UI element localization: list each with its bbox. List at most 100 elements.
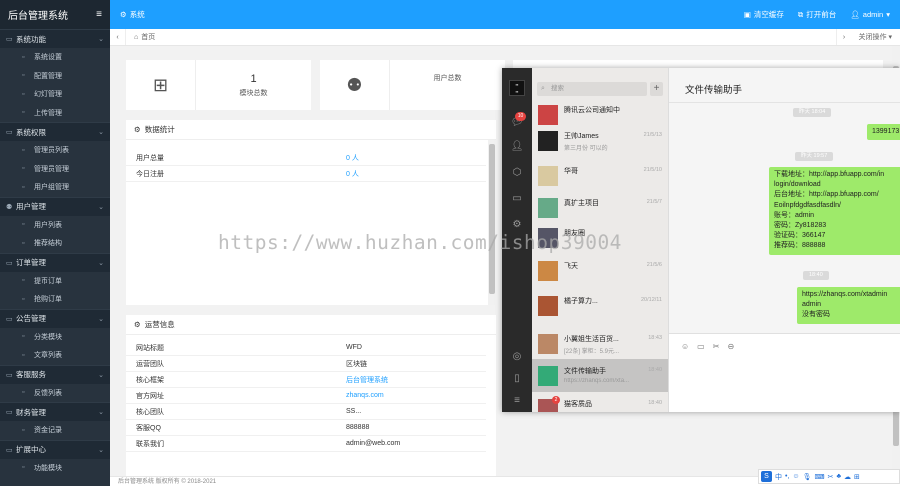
sidebar-group[interactable]: ▭ 客服服务 ⌄ [0,364,110,384]
sidebar-item[interactable]: ▫ 资金记录 [0,421,110,440]
tab-home[interactable]: ⌂ 首页 [126,32,163,42]
item-icon: ▫ [22,426,25,434]
chat-name: 小翼姐生活百货... [564,336,619,343]
scissors-icon[interactable]: ✂ [713,342,720,351]
message-bubble[interactable]: 1399173 [867,124,900,141]
phone-icon[interactable]: ▯ [510,372,524,386]
mic-icon[interactable]: 🎙︎ [803,473,812,481]
sidebar-item[interactable]: ▫ 分类模块 [0,327,110,346]
sidebar-item[interactable]: ▫ 管理员管理 [0,159,110,178]
item-icon: ▫ [22,333,25,341]
sidebar-item[interactable]: ▫ 提币订单 [0,271,110,290]
sidebar-group[interactable]: ▭ 财务管理 ⌄ [0,402,110,421]
sidebar-item[interactable]: ▫ 文章列表 [0,346,110,365]
avatar [538,105,558,125]
table-row: 网站标题 WFD [126,340,486,356]
tab-prev-button[interactable]: ‹ [110,29,126,45]
tab-strip: ‹ ⌂ 首页 › 关闭操作 ▾ [110,29,900,46]
close-ops-label: 关闭操作 [858,34,887,41]
topbar-crumb[interactable]: ⚙ 系统 [120,9,730,20]
message-bubble[interactable]: 下载地址：http://app.bfuapp.com/in login/down… [769,167,900,255]
row-value[interactable]: 0 人 [346,153,359,163]
row-key: 网站标题 [136,344,164,352]
folder-icon[interactable]: ▭ [697,342,705,351]
sidebar-item[interactable]: ▫ 管理员列表 [0,141,110,160]
contacts-icon[interactable]: 👤︎ [510,140,524,154]
open-frontend-label: 打开前台 [806,10,837,19]
skin-icon[interactable]: ♣ [836,473,841,480]
menu-toggle-icon[interactable]: ≡ [96,9,102,20]
sidebar-group[interactable]: ▭ 扩展中心 ⌄ [0,439,110,459]
sidebar-group[interactable]: ▭ 系统权限 ⌄ [0,122,110,141]
ime-toolbar: S 中 •, ☺ 🎙︎ ⌨ ✂ ♣ ☁ ⊞ [758,469,900,484]
chat-time: 21/5/10 [643,167,662,173]
sidebar-item[interactable]: ▫ 反馈列表 [0,383,110,402]
grid-icon[interactable]: ⊞ [854,473,860,481]
sidebar-item[interactable]: ▫ 功能模块 [0,458,110,477]
sidebar-group[interactable]: ⚉ 用户管理 ⌄ [0,196,110,216]
folder-icon[interactable]: ▭ [510,192,524,206]
sidebar-item[interactable]: ▫ 幻灯管理 [0,85,110,104]
sidebar-item[interactable]: ▫ 系统设置 [0,48,110,67]
chat-list-item[interactable]: 王帅James 21/5/13 第三月份 可以的 [532,124,668,157]
chat-history-icon[interactable]: ⊖ [727,342,734,351]
row-key: 官方网址 [136,392,164,400]
message-input[interactable]: ☺ ▭ ✂ ⊖ [669,334,900,412]
sidebar-item-label: 文章列表 [34,352,62,360]
chat-list-item[interactable]: 飞天 21/5/6 [532,254,668,287]
sidebar-item[interactable]: ▫ 用户组管理 [0,178,110,197]
chat-list-item[interactable]: 橘子算力... 20/12/11 [532,289,668,322]
cube-icon[interactable]: ⬡ [510,166,524,180]
clear-cache-button[interactable]: ▣ 清空缓存 [744,9,784,20]
sidebar-item-label: 反馈列表 [34,389,62,397]
input-toolbar: ☺ ▭ ✂ ⊖ [681,342,734,351]
ime-logo-icon[interactable]: S [761,471,772,482]
punctuation-icon[interactable]: •, [785,473,789,480]
row-value[interactable]: zhanqs.com [346,392,384,399]
settings-icon[interactable]: ⚙ [510,218,524,232]
sidebar-item[interactable]: ▫ 抢购订单 [0,290,110,309]
user-menu[interactable]: 👤︎ admin ▾ [850,10,890,19]
avatar [538,198,558,218]
ime-lang-toggle[interactable]: 中 [775,472,782,482]
open-frontend-button[interactable]: ⧉ 打开前台 [798,9,836,20]
panel-scrollbar[interactable] [488,140,496,305]
close-ops-button[interactable]: 关闭操作 ▾ [850,32,900,42]
sidebar-group[interactable]: ▭ 订单管理 ⌄ [0,252,110,272]
avatar[interactable]: ▪▪ ▪▪ [509,80,525,96]
chat-search-input[interactable]: ⌕ 搜索 [537,82,647,96]
cloud-icon[interactable]: ☁ [844,473,851,481]
moments-icon[interactable]: ◎ [510,350,524,364]
item-icon: ▫ [22,295,25,303]
row-value[interactable]: 后台管理系统 [346,375,388,385]
scissors-icon[interactable]: ✂ [828,473,834,481]
menu-icon[interactable]: ≡ [510,394,524,408]
keyboard-icon[interactable]: ⌨ [814,473,824,481]
chat-list-item[interactable]: 朋友圈 [532,221,668,254]
chat-list-item[interactable]: 华哥 21/5/10 [532,159,668,192]
chat-preview: [22条] 掌柜：5.9元... [564,349,620,355]
message-bubble[interactable]: https://zhanqs.com/xtadmin admin 没有密码 [797,287,900,324]
add-chat-button[interactable]: + [650,82,663,96]
scroll-thumb[interactable] [489,144,495,294]
sidebar-item[interactable]: ▫ 配置管理 [0,66,110,85]
emoji-icon[interactable]: ☺ [681,342,689,351]
tab-next-button[interactable]: › [836,29,850,45]
sidebar-group[interactable]: ▭ 公告管理 ⌄ [0,308,110,328]
chat-list-item[interactable]: 文件传输助手 18:40 https://zhanqs.com/xta... [532,359,668,392]
sidebar-item[interactable]: ▫ 推荐结构 [0,234,110,253]
crumb-label: 系统 [129,10,145,19]
chat-title: 文件传输助手 [685,85,743,96]
emoji-icon[interactable]: ☺ [792,473,799,480]
table-row: 核心团队 SS... [126,404,486,420]
tab-home-label: 首页 [141,34,156,41]
chat-list-item[interactable]: 真扩主项目 21/5/7 [532,191,668,224]
chat-name: 橘子算力... [564,298,598,305]
sidebar-item[interactable]: ▫ 用户列表 [0,215,110,234]
chat-list-item[interactable]: 小翼姐生活百货... 18:43 [22条] 掌柜：5.9元... [532,327,668,360]
sidebar-group[interactable]: ▭ 系统功能 ⌄ [0,29,110,48]
chat-list-item[interactable]: 猫客质品 18:40 2 [532,392,668,412]
sidebar-item[interactable]: ▫ 上传管理 [0,103,110,122]
caret-down-icon: ▾ [888,34,892,41]
row-value[interactable]: 0 人 [346,169,359,179]
